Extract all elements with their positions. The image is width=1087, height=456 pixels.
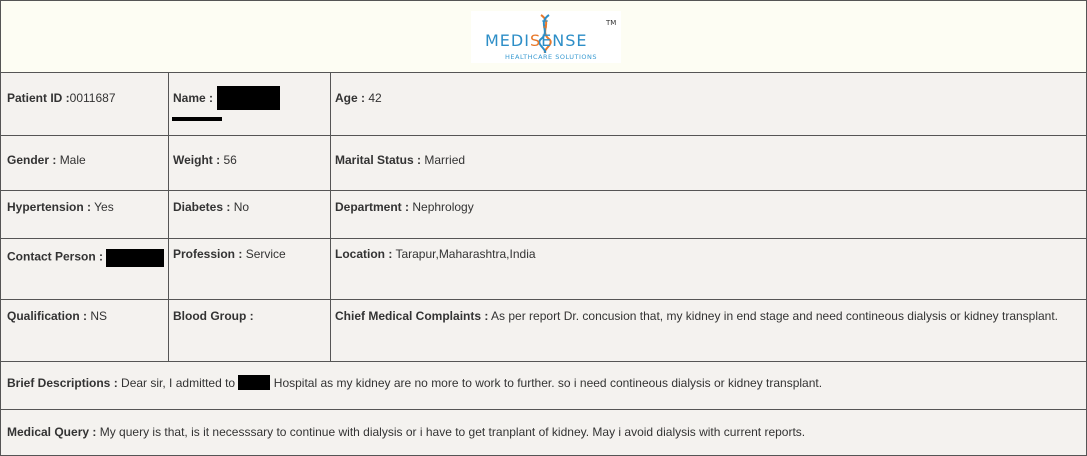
- location-label: Location :: [335, 247, 393, 261]
- qualification-value: NS: [90, 309, 108, 323]
- department-label: Department :: [335, 200, 410, 214]
- hypertension-label: Hypertension :: [7, 200, 92, 214]
- chief-complaints-label: Chief Medical Complaints :: [335, 309, 489, 323]
- location-cell: Location : Tarapur,Maharashtra,India: [331, 239, 1085, 261]
- qualification-label: Qualification :: [7, 309, 88, 323]
- brief-description-cell: Brief Descriptions : Dear sir, I admitte…: [3, 362, 1083, 390]
- row-divider: [1, 135, 1086, 136]
- patient-id-value: 0011687: [69, 91, 116, 105]
- chief-complaints-cell: Chief Medical Complaints : As per report…: [331, 301, 1071, 323]
- gender-cell: Gender : Male: [3, 145, 167, 167]
- profession-cell: Profession : Service: [169, 239, 329, 261]
- name-cell: Name :: [169, 83, 329, 110]
- diabetes-value: No: [233, 200, 250, 214]
- hypertension-cell: Hypertension : Yes: [3, 192, 167, 214]
- patient-id-cell: Patient ID :0011687: [3, 83, 167, 105]
- brief-description-text-end: Hospital as my kidney are no more to wor…: [273, 376, 823, 390]
- medical-query-label: Medical Query :: [7, 425, 97, 439]
- blood-group-cell: Blood Group :: [169, 301, 329, 323]
- logo-brand-mark: S: [529, 31, 542, 50]
- diabetes-label: Diabetes :: [173, 200, 231, 214]
- profession-value: Service: [245, 247, 286, 261]
- name-redaction-scribble: [172, 117, 222, 121]
- department-cell: Department : Nephrology: [331, 192, 1085, 214]
- hospital-name-redaction: [238, 374, 271, 390]
- row-divider: [1, 190, 1086, 191]
- department-value: Nephrology: [412, 200, 474, 214]
- location-value: Tarapur,Maharashtra,India: [395, 247, 536, 261]
- contact-person-label: Contact Person :: [7, 249, 104, 264]
- chief-complaints-value: As per report Dr. concusion that, my kid…: [491, 309, 1059, 323]
- gender-value: Male: [59, 153, 86, 167]
- medisense-logo: MEDISENSE TM HEALTHCARE SOLUTIONS: [471, 11, 621, 63]
- contact-person-redaction: [106, 249, 165, 267]
- logo-trademark: TM: [606, 19, 617, 27]
- weight-cell: Weight : 56: [169, 145, 329, 167]
- name-redaction: [217, 86, 280, 110]
- patient-id-label: Patient ID :: [7, 91, 70, 105]
- medical-query-cell: Medical Query : My query is that, is it …: [3, 410, 1083, 439]
- age-value: 42: [368, 91, 382, 105]
- hypertension-value: Yes: [94, 200, 114, 214]
- marital-status-cell: Marital Status : Married: [331, 145, 1085, 167]
- diabetes-cell: Diabetes : No: [169, 192, 329, 214]
- logo-brand-prefix: MEDI: [485, 31, 530, 50]
- logo-tagline: HEALTHCARE SOLUTIONS: [505, 53, 597, 61]
- header-banner: MEDISENSE TM HEALTHCARE SOLUTIONS: [1, 1, 1086, 73]
- marital-status-value: Married: [424, 153, 466, 167]
- profession-label: Profession :: [173, 247, 243, 261]
- logo-wordmark: MEDISENSE: [485, 31, 587, 50]
- patient-record-sheet: MEDISENSE TM HEALTHCARE SOLUTIONS Patien…: [0, 0, 1087, 456]
- blood-group-label: Blood Group :: [173, 309, 254, 323]
- logo-brand-suffix: ENSE: [541, 31, 588, 50]
- age-cell: Age : 42: [331, 83, 1085, 105]
- brief-description-label: Brief Descriptions :: [7, 376, 118, 390]
- brief-description-text-start: Dear sir, I admitted to: [121, 376, 236, 390]
- gender-label: Gender :: [7, 153, 57, 167]
- name-label: Name :: [173, 91, 214, 105]
- marital-status-label: Marital Status :: [335, 153, 422, 167]
- medical-query-value: My query is that, is it necesssary to co…: [99, 425, 806, 439]
- weight-label: Weight :: [173, 153, 221, 167]
- age-label: Age :: [335, 91, 365, 105]
- weight-value: 56: [223, 153, 237, 167]
- row-divider: [1, 299, 1086, 300]
- contact-person-cell: Contact Person :: [3, 239, 167, 267]
- qualification-cell: Qualification : NS: [3, 301, 167, 323]
